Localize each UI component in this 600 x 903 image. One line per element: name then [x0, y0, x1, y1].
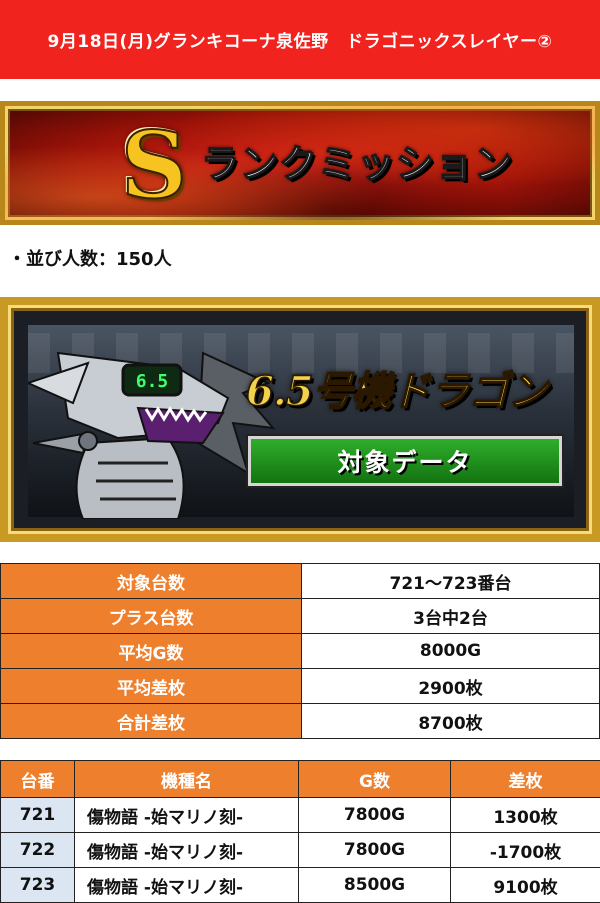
column-header-games: G数 — [299, 761, 451, 798]
coin-difference: 1300枚 — [451, 798, 600, 833]
summary-label: 対象台数 — [1, 564, 302, 599]
summary-row: 平均差枚 2900枚 — [1, 669, 600, 704]
mecha-dragon-illustration: 6.5 — [28, 323, 278, 519]
machine-name: 傷物語 -始マリノ刻- — [75, 833, 299, 868]
page-header: 9月18日(月)グランキコーナ泉佐野 ドラゴニックスレイヤー② — [0, 0, 600, 79]
target-data-button[interactable]: 対象データ — [248, 436, 562, 486]
visor-display-text: 6.5 — [136, 371, 169, 392]
dragon-target-card: 6.5 6.5号機ドラゴン 対象データ — [0, 297, 600, 542]
summary-row: 対象台数 721～723番台 — [1, 564, 600, 599]
table-row: 723 傷物語 -始マリノ刻- 8500G 9100枚 — [1, 868, 600, 903]
table-header-row: 台番 機種名 G数 差枚 — [1, 761, 600, 798]
summary-label: 平均差枚 — [1, 669, 302, 704]
machine-number: 722 — [1, 833, 75, 868]
machine-name: 傷物語 -始マリノ刻- — [75, 798, 299, 833]
summary-row: 平均G数 8000G — [1, 634, 600, 669]
page-title: 9月18日(月)グランキコーナ泉佐野 ドラゴニックスレイヤー② — [48, 27, 553, 52]
summary-value: 8000G — [302, 634, 600, 669]
summary-label: 平均G数 — [1, 634, 302, 669]
coin-difference: 9100枚 — [451, 868, 600, 903]
coin-difference: -1700枚 — [451, 833, 600, 868]
table-row: 721 傷物語 -始マリノ刻- 7800G 1300枚 — [1, 798, 600, 833]
s-rank-letter: S — [109, 116, 199, 214]
summary-label: 合計差枚 — [1, 704, 302, 739]
summary-label: プラス台数 — [1, 599, 302, 634]
machine-number: 721 — [1, 798, 75, 833]
summary-value: 2900枚 — [302, 669, 600, 704]
game-count: 7800G — [299, 798, 451, 833]
machine-number: 723 — [1, 868, 75, 903]
summary-row: 合計差枚 8700枚 — [1, 704, 600, 739]
game-count: 7800G — [299, 833, 451, 868]
summary-row: プラス台数 3台中2台 — [1, 599, 600, 634]
summary-table: 対象台数 721～723番台 プラス台数 3台中2台 平均G数 8000G 平均… — [0, 563, 600, 739]
machine-detail-table: 台番 機種名 G数 差枚 721 傷物語 -始マリノ刻- 7800G 1300枚… — [0, 760, 600, 903]
dragon-title: 6.5号機ドラゴン — [246, 363, 566, 421]
summary-value: 3台中2台 — [302, 599, 600, 634]
column-header-number: 台番 — [1, 761, 75, 798]
rank-mission-title: ランクミッション — [201, 134, 521, 194]
column-header-diff: 差枚 — [451, 761, 600, 798]
summary-value: 8700枚 — [302, 704, 600, 739]
table-row: 722 傷物語 -始マリノ刻- 7800G -1700枚 — [1, 833, 600, 868]
column-header-machine: 機種名 — [75, 761, 299, 798]
machine-name: 傷物語 -始マリノ刻- — [75, 868, 299, 903]
s-rank-mission-banner: S ランクミッション — [0, 101, 600, 225]
summary-value: 721～723番台 — [302, 564, 600, 599]
game-count: 8500G — [299, 868, 451, 903]
queue-count-text: ・並び人数：150人 — [8, 246, 172, 274]
